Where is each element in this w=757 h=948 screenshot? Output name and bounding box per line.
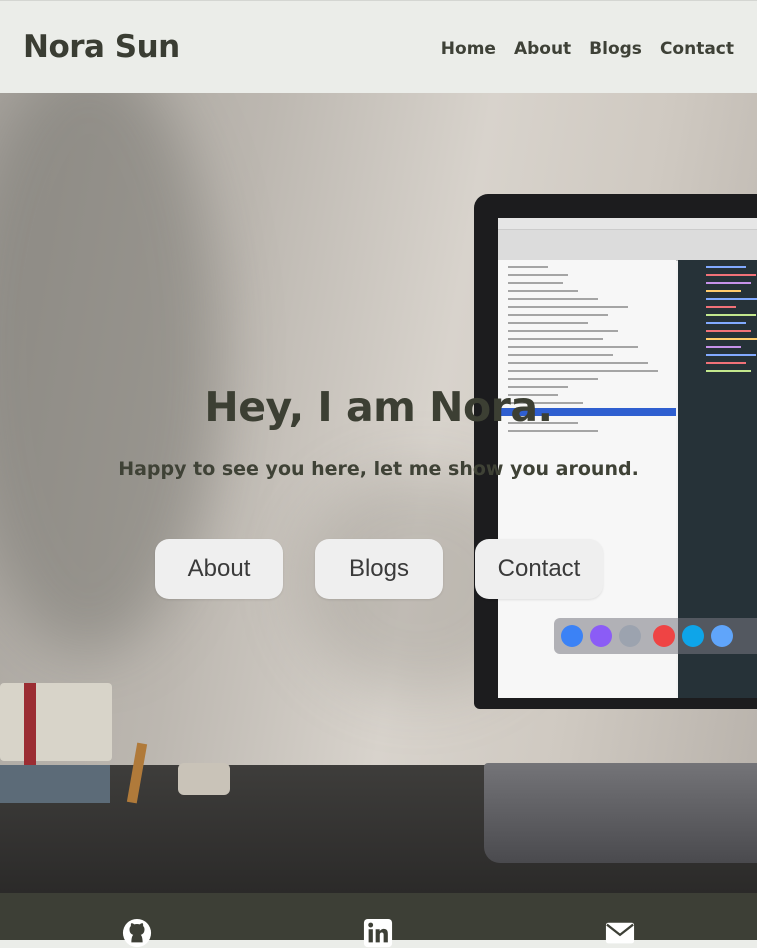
contact-button[interactable]: Contact <box>475 539 603 599</box>
site-footer <box>0 893 757 948</box>
mail-icon[interactable] <box>603 918 637 948</box>
main-nav: Home About Blogs Contact <box>441 39 734 59</box>
blogs-button[interactable]: Blogs <box>315 539 443 599</box>
site-brand[interactable]: Nora Sun <box>23 29 180 65</box>
site-header: Nora Sun Home About Blogs Contact <box>0 1 757 93</box>
hero-tagline: Happy to see you here, let me show you a… <box>118 458 639 480</box>
about-button[interactable]: About <box>155 539 283 599</box>
hero-content: Hey, I am Nora. Happy to see you here, l… <box>0 93 757 893</box>
nav-blogs[interactable]: Blogs <box>589 39 642 59</box>
nav-contact[interactable]: Contact <box>660 39 734 59</box>
nav-about[interactable]: About <box>514 39 571 59</box>
nav-home[interactable]: Home <box>441 39 496 59</box>
linkedin-icon[interactable] <box>361 918 395 948</box>
hero-greeting: Hey, I am Nora. <box>204 383 553 431</box>
hero-section: Hey, I am Nora. Happy to see you here, l… <box>0 93 757 893</box>
github-icon[interactable] <box>120 918 154 948</box>
